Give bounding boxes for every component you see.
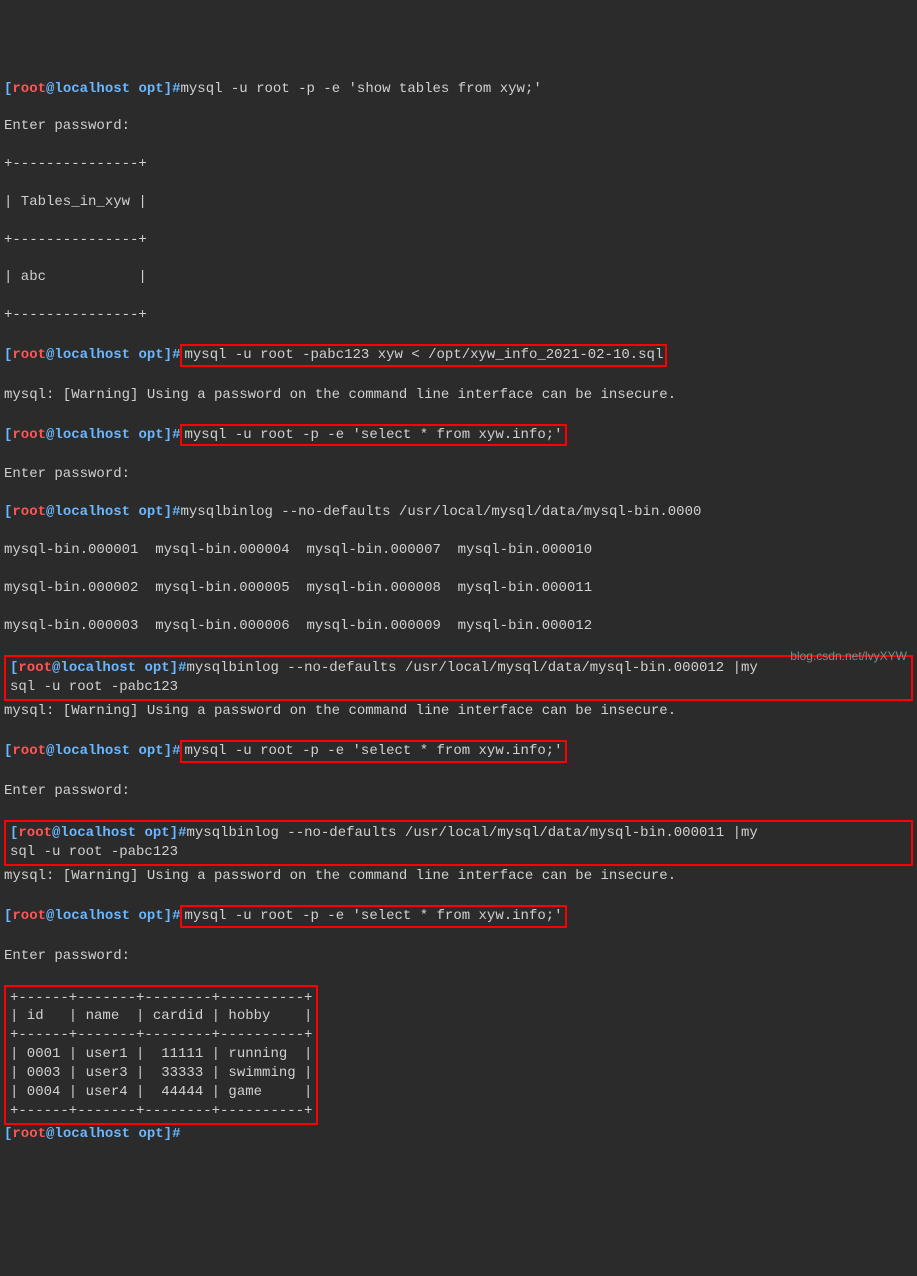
table-row: | abc | [4,268,913,287]
binlog-list: mysql-bin.000003 mysql-bin.000006 mysql-… [4,617,913,636]
terminal-line: [root@localhost opt]#mysql -u root -p -e… [4,905,913,928]
table-header: | id | name | cardid | hobby | [10,1008,312,1024]
highlighted-command: mysql -u root -p -e 'select * from xyw.i… [180,905,566,928]
prompt-user: root [12,81,46,97]
warning-line: mysql: [Warning] Using a password on the… [4,867,913,886]
terminal-line: [root@localhost opt]#mysqlbinlog --no-de… [4,503,913,522]
table-border: +------+-------+--------+----------+ [10,1027,312,1043]
highlighted-command: mysql -u root -p -e 'select * from xyw.i… [180,424,566,447]
highlighted-command: mysql -u root -pabc123 xyw < /opt/xyw_in… [180,344,667,367]
watermark: blog.csdn.net/lvyXYW [790,648,907,664]
output-line: Enter password: [4,117,913,136]
output-line: Enter password: [4,947,913,966]
binlog-list: mysql-bin.000001 mysql-bin.000004 mysql-… [4,541,913,560]
prompt-path: opt [138,81,163,97]
prompt-host: localhost [54,81,130,97]
table-row: | 0003 | user3 | 33333 | swimming | [10,1065,312,1081]
table-border: +------+-------+--------+----------+ [10,1103,312,1119]
result-table: +------+-------+--------+----------+ | i… [4,985,318,1125]
highlighted-block: [root@localhost opt]#mysqlbinlog --no-de… [4,820,913,866]
output-line: Enter password: [4,465,913,484]
highlighted-command: mysql -u root -p -e 'select * from xyw.i… [180,740,566,763]
table-border: +---------------+ [4,306,913,325]
output-line: Enter password: [4,782,913,801]
terminal-line: [root@localhost opt]#mysql -u root -pabc… [4,344,913,367]
terminal-line: [root@localhost opt]#mysql -u root -p -e… [4,740,913,763]
table-row: | 0004 | user4 | 44444 | game | [10,1084,312,1100]
command-text: mysql -u root -p -e 'show tables from xy… [180,81,541,97]
binlog-list: mysql-bin.000002 mysql-bin.000005 mysql-… [4,579,913,598]
terminal-prompt[interactable]: [root@localhost opt]# [4,1125,913,1144]
terminal-line: [root@localhost opt]#mysql -u root -p -e… [4,80,913,99]
table-border: +---------------+ [4,155,913,174]
terminal-line: [root@localhost opt]#mysql -u root -p -e… [4,424,913,447]
warning-line: mysql: [Warning] Using a password on the… [4,702,913,721]
table-row: | 0001 | user1 | 11111 | running | [10,1046,312,1062]
highlighted-block: [root@localhost opt]#mysqlbinlog --no-de… [4,655,913,701]
warning-line: mysql: [Warning] Using a password on the… [4,386,913,405]
command-continuation: sql -u root -pabc123 [10,679,178,695]
command-continuation: sql -u root -pabc123 [10,844,178,860]
table-border: +---------------+ [4,231,913,250]
command-text: mysqlbinlog --no-defaults /usr/local/mys… [180,504,701,520]
table-border: +------+-------+--------+----------+ [10,990,312,1006]
table-header: | Tables_in_xyw | [4,193,913,212]
